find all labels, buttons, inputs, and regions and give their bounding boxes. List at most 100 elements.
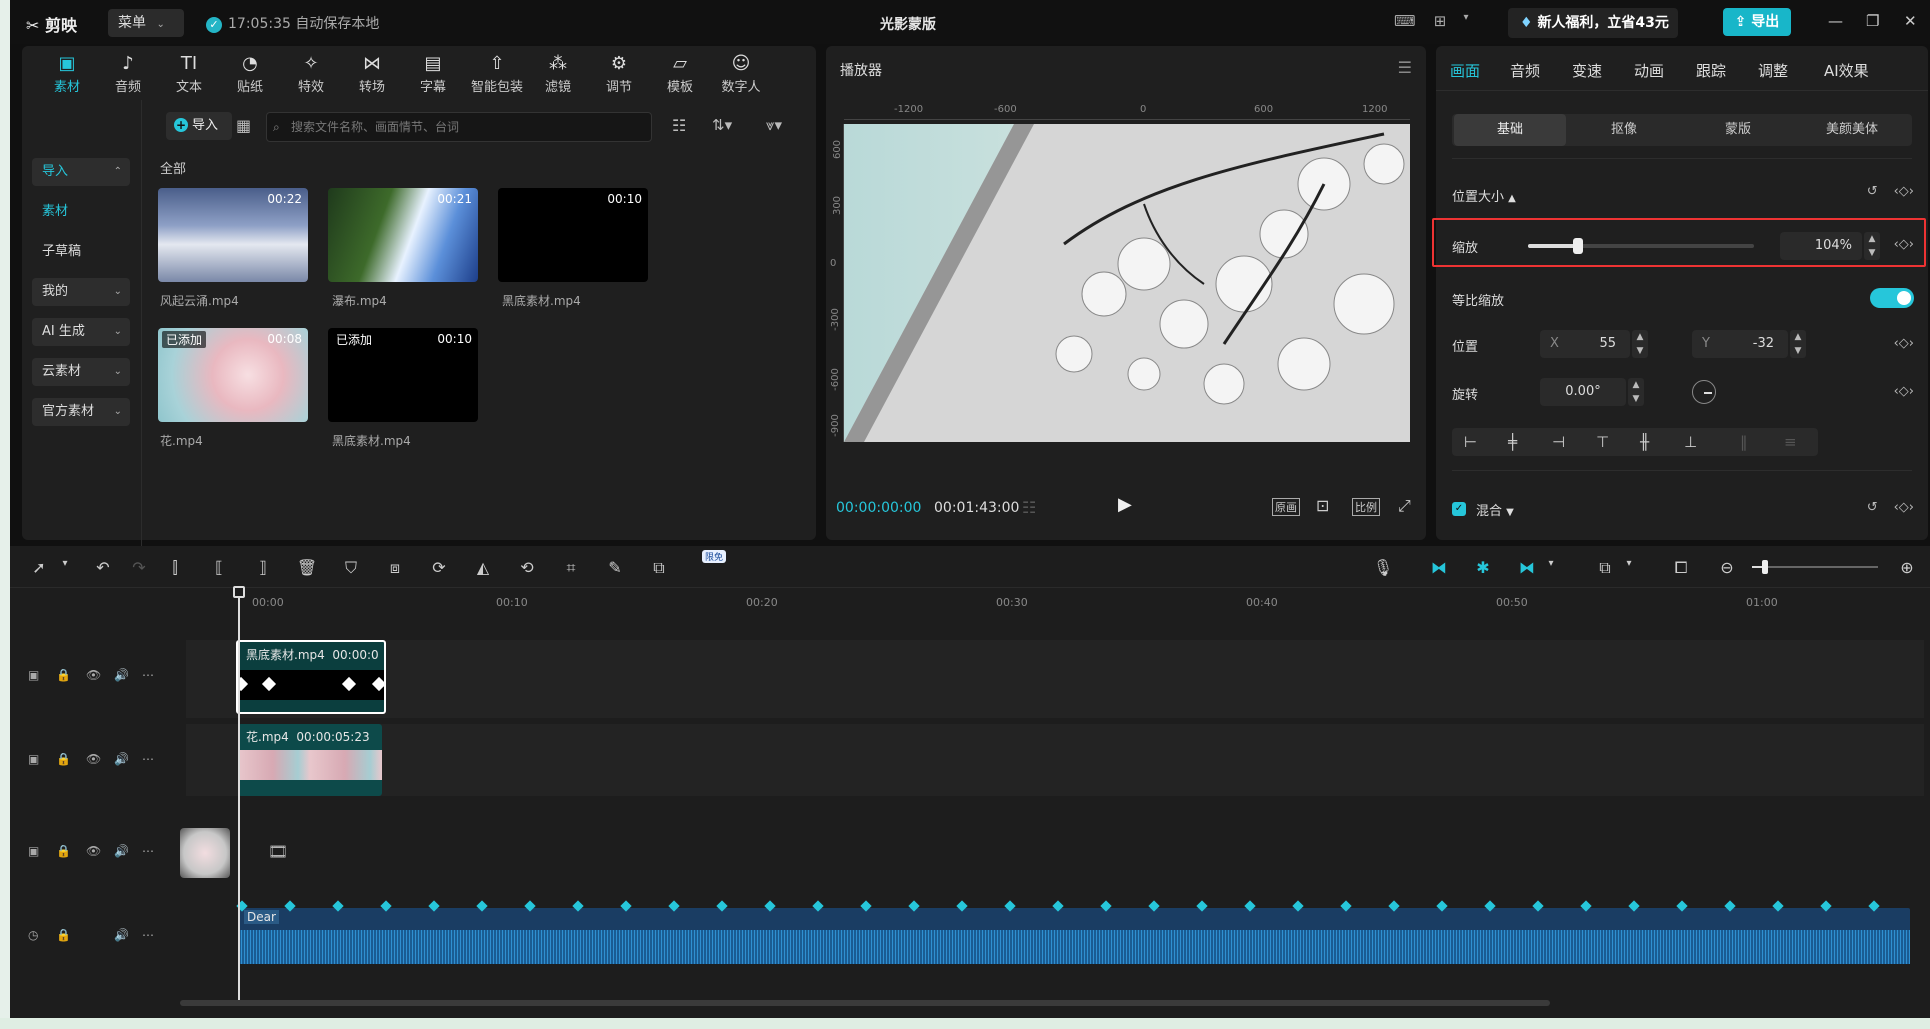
tab-media[interactable]: ▣ 素材 (38, 52, 96, 98)
sidebar-group-official[interactable]: 官方素材 ⌄ (32, 398, 130, 426)
keyframe-icon[interactable]: ◇ (1899, 384, 1909, 399)
subtab-cutout[interactable]: 抠像 (1568, 114, 1680, 146)
tab-audio[interactable]: ♪ 音频 (99, 52, 157, 98)
shortcut-icon[interactable]: ⌨ (1394, 12, 1416, 30)
lock-icon[interactable]: 🔒 (56, 752, 71, 766)
media-thumb-black[interactable]: 00:10 (498, 188, 648, 282)
volume-icon[interactable]: 🔊 (114, 928, 129, 942)
split-left-icon[interactable]: ⟦ (208, 558, 230, 577)
sidebar-item-subdraft[interactable]: 子草稿 (32, 238, 130, 266)
marker-icon[interactable]: ⛉ (340, 558, 362, 578)
tab-picture[interactable]: 画面 (1450, 60, 1480, 81)
more-icon[interactable]: ⋯ (142, 928, 154, 942)
tab-filter[interactable]: ⁂ 滤镜 (529, 52, 587, 98)
playhead-handle[interactable] (233, 586, 245, 598)
eye-icon[interactable]: 👁 (86, 752, 101, 766)
media-thumb-flower[interactable]: 已添加 00:08 (158, 328, 308, 422)
blend-section[interactable]: 混合 ▼ (1476, 500, 1514, 519)
rotate-stepper[interactable]: ▲ ▼ (1628, 378, 1644, 406)
tab-sticker[interactable]: ◔ 贴纸 (221, 52, 279, 98)
keyframe-icon[interactable]: ◇ (1899, 336, 1909, 351)
media-thumb-waterfall[interactable]: 00:21 (328, 188, 478, 282)
next-keyframe-icon[interactable]: › (1909, 336, 1914, 351)
align-center-v-icon[interactable]: ╫ (1640, 428, 1649, 456)
search-input[interactable]: ⌕ 搜索文件名称、画面情节、台词 (266, 112, 652, 142)
layout-icon[interactable]: ⊞ (1430, 12, 1450, 30)
list-icon[interactable]: ☷ (1022, 498, 1036, 517)
clip-flower[interactable]: 花.mp4 00:00:05:23 (238, 724, 382, 796)
subtab-beauty[interactable]: 美颜美体 (1796, 114, 1908, 146)
eye-icon[interactable]: 👁 (86, 668, 101, 682)
menu-button[interactable]: 菜单 ⌄ (108, 9, 184, 37)
lock-icon[interactable]: 🔒 (56, 668, 71, 682)
tab-adjustment[interactable]: 调整 (1758, 60, 1788, 81)
fit-icon[interactable]: ⧠ (1670, 558, 1692, 578)
ratio-button[interactable]: 比例 (1352, 498, 1380, 516)
smart-icon[interactable]: ⧉ (648, 558, 670, 578)
tab-ai-effects[interactable]: AI效果 (1824, 60, 1869, 81)
sidebar-group-mine[interactable]: 我的 ⌄ (32, 278, 130, 306)
minimize-icon[interactable]: — (1828, 12, 1843, 30)
more-icon[interactable]: ⋯ (142, 668, 154, 682)
tab-animation[interactable]: 动画 (1634, 60, 1664, 81)
lock-icon[interactable]: 🔒 (56, 844, 71, 858)
rotate-dial[interactable] (1692, 380, 1716, 404)
zoom-slider[interactable] (1752, 560, 1878, 574)
reset-icon[interactable]: ↺ (1867, 500, 1878, 515)
position-y-field[interactable]: Y -32 (1692, 330, 1788, 358)
y-stepper[interactable]: ▲ ▼ (1790, 330, 1806, 358)
split-screen-icon[interactable]: ⧉ (1594, 558, 1616, 578)
more-icon[interactable]: ⋯ (142, 752, 154, 766)
chevron-down-icon[interactable]: ▾ (1540, 558, 1562, 569)
video-icon[interactable]: ▣ (28, 668, 39, 682)
select-tool-icon[interactable]: ➚ (28, 558, 50, 577)
eye-icon[interactable]: 👁 (86, 844, 101, 858)
sidebar-group-cloud[interactable]: 云素材 ⌄ (32, 358, 130, 386)
tab-speed[interactable]: 变速 (1572, 60, 1602, 81)
blend-checkbox[interactable]: ✓ (1452, 502, 1466, 516)
chevron-down-icon[interactable]: ▾ (54, 558, 76, 569)
next-keyframe-icon[interactable]: › (1909, 184, 1914, 199)
next-keyframe-icon[interactable]: › (1909, 500, 1914, 515)
align-left-icon[interactable]: ⊢ (1464, 428, 1477, 456)
audio-track-icon[interactable]: ◷ (28, 928, 38, 942)
microphone-icon[interactable]: 🎙 (1372, 558, 1394, 577)
play-icon[interactable]: ▶ (1118, 494, 1132, 515)
align-center-h-icon[interactable]: ╪ (1508, 428, 1517, 456)
sidebar-item-media[interactable]: 素材 (32, 198, 130, 226)
lock-icon[interactable]: 🔒 (56, 928, 71, 942)
subtab-basic[interactable]: 基础 (1454, 114, 1566, 146)
keyframe-marker[interactable] (261, 676, 277, 692)
media-thumb-black-2[interactable]: 已添加 00:10 (328, 328, 478, 422)
clip-black[interactable]: 黑底素材.mp4 00:00:0 (236, 640, 386, 714)
original-button[interactable]: 原画 (1272, 498, 1300, 516)
tab-audio[interactable]: 音频 (1510, 60, 1540, 81)
menu-icon[interactable]: ☰ (1398, 58, 1412, 77)
volume-icon[interactable]: 🔊 (114, 844, 129, 858)
sidebar-import[interactable]: 导入 ⌃ (32, 158, 130, 186)
tab-subtitle[interactable]: ▤ 字幕 (404, 52, 462, 98)
delete-icon[interactable]: 🗑 (296, 558, 318, 577)
edit-icon[interactable]: ✎ (604, 558, 626, 577)
chevron-down-icon[interactable]: ▾ (1456, 12, 1476, 30)
sidebar-group-ai[interactable]: AI 生成 ⌄ (32, 318, 130, 346)
playhead[interactable] (233, 586, 245, 1002)
crop-icon[interactable]: ⌗ (560, 558, 582, 578)
keyframe-marker[interactable] (341, 676, 357, 692)
reset-icon[interactable]: ↺ (1867, 184, 1878, 199)
tab-text[interactable]: TI 文本 (160, 52, 218, 98)
link-icon[interactable]: ✱ (1472, 558, 1494, 577)
zoom-slider-thumb[interactable] (1761, 560, 1768, 574)
rotate-icon[interactable]: ⟲ (516, 558, 538, 577)
keyframe-icon[interactable]: ◇ (1899, 500, 1909, 515)
promo-badge[interactable]: ♦ 新人福利，立省43元 (1508, 8, 1678, 38)
zoom-out-icon[interactable]: ⊖ (1716, 558, 1738, 577)
tab-smart-package[interactable]: ⇧ 智能包装 (465, 52, 529, 98)
video-icon[interactable]: ▣ (28, 844, 39, 858)
keyframe-marker[interactable] (371, 676, 384, 692)
fullscreen-icon[interactable]: ⤢ (1398, 496, 1411, 516)
more-icon[interactable]: ⋯ (142, 844, 154, 858)
split-icon[interactable]: ⫿ (164, 558, 186, 578)
cover-thumbnail[interactable] (180, 828, 230, 878)
section-position-size[interactable]: 位置大小 ▲ (1452, 186, 1516, 205)
